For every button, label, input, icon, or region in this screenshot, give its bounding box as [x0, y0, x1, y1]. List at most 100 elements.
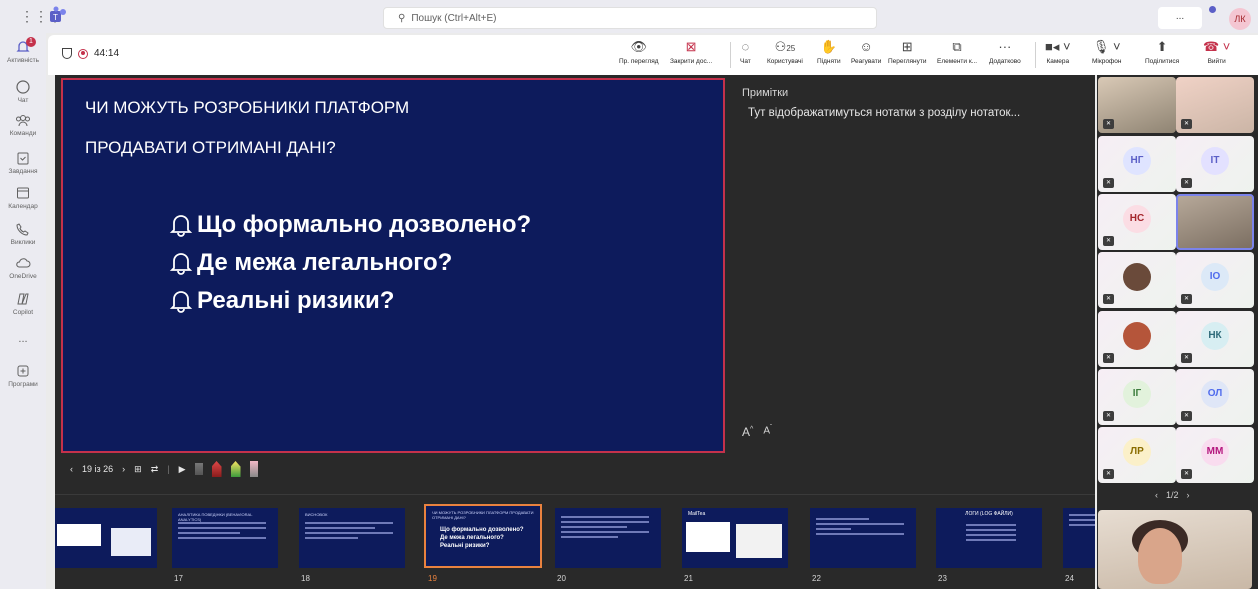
leave-button[interactable]: ☎ ˅ Вийти: [1203, 39, 1230, 65]
eraser-icon[interactable]: [194, 463, 203, 475]
status-dot-icon: [1209, 6, 1216, 13]
participant-avatar: [1123, 263, 1151, 291]
slide-thumbnail[interactable]: MailTea: [682, 508, 788, 568]
previous-page-button[interactable]: ‹: [1155, 490, 1158, 500]
more-options-button[interactable]: ...: [1158, 7, 1202, 29]
participant-tile[interactable]: ІГ ✕: [1098, 369, 1176, 425]
participant-tile[interactable]: ОЛ ✕: [1176, 369, 1254, 425]
slide-thumbnail[interactable]: [55, 508, 157, 568]
mic-off-icon: ✕: [1181, 469, 1192, 479]
bell-icon: [169, 253, 193, 275]
mic-off-icon: ✕: [1181, 178, 1192, 188]
app-launcher-icon[interactable]: ⋮⋮⋮: [20, 8, 62, 24]
slide-heading-line2: ПРОДАВАТИ ОТРИМАНІ ДАНІ?: [85, 138, 336, 157]
next-page-button[interactable]: ›: [1187, 490, 1190, 500]
rail-item-calls[interactable]: Виклики: [0, 221, 46, 246]
stop-sharing-button[interactable]: ⊠ Закрити дос...: [670, 39, 712, 65]
raise-hand-button[interactable]: ✋ Підняти: [817, 39, 841, 65]
microphone-button[interactable]: 🎙 ˅ Мікрофон: [1092, 39, 1122, 65]
participant-tile[interactable]: НГ ✕: [1098, 136, 1176, 192]
rail-item-activity[interactable]: 1 Активність: [0, 37, 46, 64]
pointer-tool-icon[interactable]: ▶: [179, 464, 186, 475]
mic-off-icon: ✕: [1103, 236, 1114, 246]
slide-bullet: Де межа легального?: [167, 244, 531, 282]
rail-item-calendar[interactable]: Календар: [0, 185, 46, 210]
more-icon: ...: [18, 333, 28, 345]
settings-sliders-icon[interactable]: ⇄: [151, 464, 159, 475]
thumbnail-number: 24: [1065, 574, 1074, 583]
increase-font-button[interactable]: A^: [742, 425, 753, 439]
rail-item-teams[interactable]: Команди: [0, 112, 46, 137]
hand-icon: ✋: [820, 39, 837, 54]
react-button[interactable]: ☺ Реагувати: [851, 39, 881, 65]
search-input[interactable]: ⚲ Пошук (Ctrl+Alt+E): [383, 7, 877, 29]
share-button[interactable]: ⬆ Поділитися: [1145, 39, 1179, 65]
rail-item-copilot[interactable]: Copilot: [0, 291, 46, 316]
toolbar-divider: [1035, 42, 1036, 68]
participant-video-tile-speaking[interactable]: [1176, 194, 1254, 250]
participant-initials: ММ: [1201, 438, 1229, 466]
divider: |: [167, 464, 170, 474]
content-elements-button[interactable]: ⧉ Елементи к...: [937, 39, 977, 65]
view-button[interactable]: ⊞ Переглянути: [888, 39, 927, 65]
slide-thumbnail[interactable]: [810, 508, 916, 568]
chat-button[interactable]: ◌ Чат: [740, 39, 751, 65]
participant-video-tile[interactable]: ✕: [1176, 77, 1254, 133]
participant-tile[interactable]: ІТ ✕: [1176, 136, 1254, 192]
onedrive-icon: [16, 258, 31, 268]
slide-thumbnail[interactable]: АНАЛІТИКА ПОВЕДІНКИ (BEHAVIORAL ANALYTIC…: [172, 508, 278, 568]
highlighter-icon[interactable]: [230, 461, 241, 477]
rail-item-tasks[interactable]: Завдання: [0, 150, 46, 175]
participant-tile[interactable]: ЛР ✕: [1098, 427, 1176, 483]
decrease-font-button[interactable]: Aˇ: [763, 425, 772, 439]
thumb-text-lines: [178, 522, 266, 542]
presenter-view-button[interactable]: 👁 Пр. перегляд: [619, 39, 659, 65]
eraser-pink-icon[interactable]: [249, 461, 258, 477]
user-avatar[interactable]: ЛК: [1229, 8, 1251, 30]
next-slide-button[interactable]: ›: [122, 464, 125, 474]
thumbnail-number: 17: [174, 574, 183, 583]
participant-video-tile[interactable]: ✕: [1098, 77, 1176, 133]
camera-button[interactable]: ■◂ ˅ Камера: [1045, 39, 1071, 65]
recording-icon: [78, 48, 88, 59]
slide-thumbnail[interactable]: [1063, 508, 1095, 568]
thumb-text-lines: [1069, 514, 1095, 529]
participant-tile[interactable]: НК ✕: [1176, 311, 1254, 367]
previous-slide-button[interactable]: ‹: [70, 464, 73, 474]
participant-initials: ОЛ: [1201, 380, 1229, 408]
copilot-icon: [17, 293, 29, 305]
mic-off-icon: ✕: [1181, 294, 1192, 304]
teams-icon: [16, 115, 30, 127]
current-slide: ЧИ МОЖУТЬ РОЗРОБНИКИ ПЛАТФОРМ ПРОДАВАТИ …: [61, 78, 725, 453]
rail-item-chat[interactable]: Чат: [0, 79, 46, 104]
slide-bullet: Реальні ризики?: [167, 282, 531, 320]
participant-tile[interactable]: НС ✕: [1098, 194, 1176, 250]
slide-thumbnail[interactable]: [555, 508, 661, 568]
thumb-text-lines: [305, 522, 393, 542]
camera-icon: ■◂ ˅: [1045, 39, 1071, 54]
rail-item-more[interactable]: ...: [0, 333, 46, 345]
more-actions-button[interactable]: ··· Додатково: [989, 39, 1021, 65]
thumb-text-lines: [816, 518, 904, 538]
grid-view-icon[interactable]: ⊞: [134, 464, 142, 475]
people-icon: ⚇25: [774, 39, 796, 54]
svg-text:T: T: [53, 13, 58, 22]
thumb-bullets: Що формально дозволено? Де межа легально…: [440, 527, 524, 549]
participant-tile[interactable]: ІО ✕: [1176, 252, 1254, 308]
people-button[interactable]: ⚇25 Користувачі: [767, 39, 803, 65]
thumb-text-lines: [966, 524, 1016, 544]
gallery-pager: ‹ 1/2 ›: [1155, 490, 1190, 500]
slide-thumbnail[interactable]: ВИСНОВОК: [299, 508, 405, 568]
rail-item-onedrive[interactable]: OneDrive: [0, 255, 46, 280]
participant-initials: ІТ: [1201, 147, 1229, 175]
participant-tile[interactable]: ✕: [1098, 252, 1176, 308]
app-rail: 1 Активність Чат Команди Завдання Календ…: [0, 33, 46, 589]
slide-thumbnail[interactable]: ЛОГИ (LOG ФАЙЛИ): [936, 508, 1042, 568]
rail-item-apps[interactable]: Програми: [0, 363, 46, 388]
pen-red-icon[interactable]: [211, 461, 222, 477]
participant-tile[interactable]: ✕: [1098, 311, 1176, 367]
slide-thumbnail-selected[interactable]: ЧИ МОЖУТЬ РОЗРОБНИКИ ПЛАТФОРМ ПРОДАВАТИ …: [424, 504, 542, 568]
participant-tile[interactable]: ММ ✕: [1176, 427, 1254, 483]
smile-icon: ☺: [859, 39, 873, 54]
microphone-icon: 🎙 ˅: [1092, 39, 1121, 54]
